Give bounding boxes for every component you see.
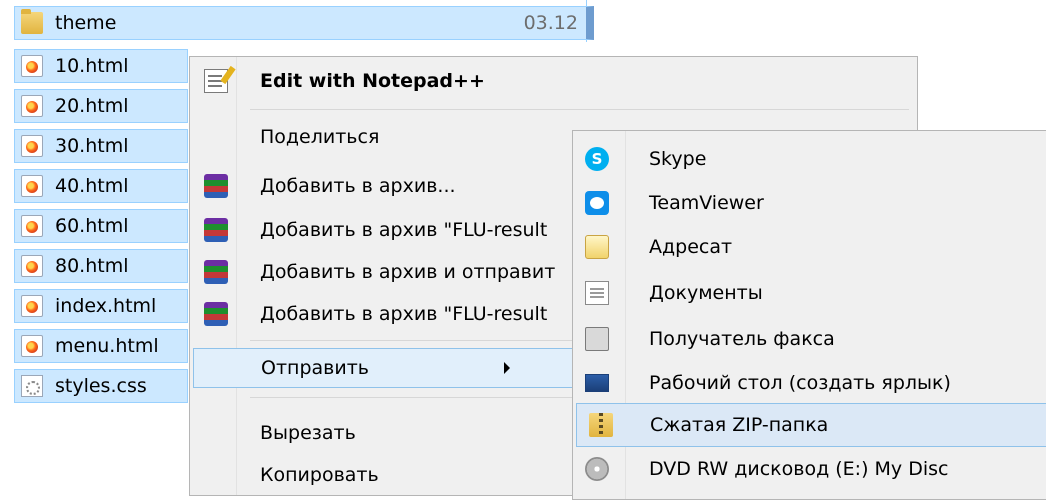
submenu-item-documents[interactable]: Документы	[573, 271, 1046, 315]
file-name: 20.html	[55, 95, 129, 117]
menu-item-send-to[interactable]: Отправить	[193, 348, 573, 388]
file-name: menu.html	[55, 335, 159, 357]
submenu-item-skype[interactable]: S Skype	[573, 137, 1046, 181]
submenu-label: TeamViewer	[649, 192, 764, 214]
desktop-icon	[585, 374, 609, 392]
menu-separator	[250, 109, 909, 110]
menu-label: Добавить в архив "FLU-result	[260, 303, 548, 325]
file-name: 40.html	[55, 175, 129, 197]
firefox-html-icon	[21, 175, 43, 197]
file-name: styles.css	[55, 375, 147, 397]
firefox-html-icon	[21, 335, 43, 357]
dvd-drive-icon	[585, 457, 609, 481]
menu-item-edit-notepad[interactable]: Edit with Notepad++	[190, 61, 917, 101]
submenu-label: Адресат	[649, 236, 733, 258]
folder-icon	[21, 9, 43, 34]
file-name: 30.html	[55, 135, 129, 157]
submenu-item-dvd[interactable]: DVD RW дисковод (E:) My Disc	[573, 447, 1046, 491]
submenu-label: DVD RW дисковод (E:) My Disc	[649, 458, 949, 480]
notepad-icon	[204, 69, 228, 93]
winrar-icon	[204, 302, 228, 326]
menu-label: Добавить в архив...	[260, 175, 456, 197]
send-to-submenu: S Skype TeamViewer Адресат Документы Пол…	[572, 130, 1046, 500]
file-row-20[interactable]: 20.html	[14, 89, 188, 123]
file-row-80[interactable]: 80.html	[14, 249, 188, 283]
file-name: 80.html	[55, 255, 129, 277]
submenu-label: Skype	[649, 148, 707, 170]
firefox-html-icon	[21, 95, 43, 117]
winrar-icon	[204, 174, 228, 198]
file-row-theme[interactable]: theme 03.12	[14, 6, 594, 40]
submenu-label: Сжатая ZIP-папка	[650, 414, 829, 436]
winrar-icon	[204, 218, 228, 242]
submenu-label: Получатель факса	[649, 328, 835, 350]
firefox-html-icon	[21, 55, 43, 77]
submenu-item-recipient[interactable]: Адресат	[573, 225, 1046, 269]
skype-icon: S	[585, 147, 609, 171]
submenu-arrow-icon	[504, 362, 510, 374]
firefox-html-icon	[21, 135, 43, 157]
file-row-60[interactable]: 60.html	[14, 209, 188, 243]
firefox-html-icon	[21, 255, 43, 277]
zip-folder-icon	[589, 413, 613, 437]
file-row-10[interactable]: 10.html	[14, 49, 188, 83]
firefox-html-icon	[21, 295, 43, 317]
file-row-30[interactable]: 30.html	[14, 129, 188, 163]
menu-label: Добавить в архив и отправит	[260, 261, 556, 283]
file-row-40[interactable]: 40.html	[14, 169, 188, 203]
mail-recipient-icon	[585, 235, 609, 259]
menu-label: Копировать	[260, 464, 379, 486]
file-name: index.html	[55, 295, 157, 317]
file-row-styles[interactable]: styles.css	[14, 369, 188, 403]
menu-label: Отправить	[261, 357, 369, 379]
submenu-item-zip[interactable]: Сжатая ZIP-папка	[576, 403, 1046, 447]
submenu-item-teamviewer[interactable]: TeamViewer	[573, 181, 1046, 225]
file-name: 60.html	[55, 215, 129, 237]
menu-label: Добавить в архив "FLU-result	[260, 219, 548, 241]
menu-label: Edit with Notepad++	[260, 70, 485, 92]
teamviewer-icon	[585, 191, 609, 215]
submenu-label: Документы	[649, 282, 763, 304]
css-file-icon	[21, 375, 43, 397]
menu-label: Поделиться	[260, 126, 380, 148]
fax-icon	[585, 327, 609, 351]
firefox-html-icon	[21, 215, 43, 237]
submenu-item-desktop[interactable]: Рабочий стол (создать ярлык)	[573, 361, 1046, 405]
winrar-icon	[204, 260, 228, 284]
submenu-item-fax[interactable]: Получатель факса	[573, 317, 1046, 361]
file-name: 10.html	[55, 55, 129, 77]
menu-label: Вырезать	[260, 422, 356, 444]
file-name: theme	[55, 12, 117, 34]
submenu-label: Рабочий стол (создать ярлык)	[649, 372, 951, 394]
file-row-menu[interactable]: menu.html	[14, 329, 188, 363]
file-row-index[interactable]: index.html	[14, 289, 188, 323]
documents-icon	[585, 281, 609, 305]
file-date: 03.12	[523, 12, 578, 34]
